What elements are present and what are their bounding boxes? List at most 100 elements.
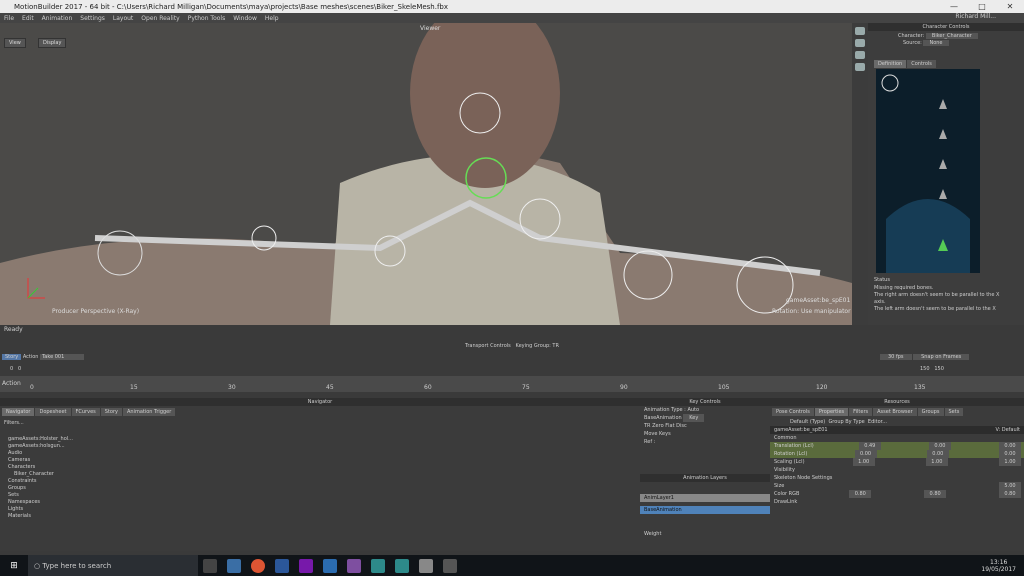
tree-item[interactable]: Sets (0, 492, 100, 499)
tree-item[interactable]: gameAssets:holsgun... (0, 443, 100, 450)
close-button[interactable]: ✕ (996, 0, 1024, 13)
snap-dropdown[interactable]: Snap on Frames (913, 354, 970, 360)
display-button[interactable]: Display (38, 38, 67, 48)
select-tool-icon[interactable] (855, 27, 865, 35)
tab-dopesheet[interactable]: Dopesheet (35, 408, 71, 416)
user-name[interactable]: Richard Mill... (955, 13, 996, 20)
tree-item[interactable]: Namespaces (0, 499, 100, 506)
tab-asset-browser[interactable]: Asset Browser (873, 408, 917, 416)
filters-dropdown[interactable]: Filters... (0, 418, 100, 428)
action-button[interactable]: Action (23, 354, 39, 360)
taskbar-search[interactable]: ○ Type here to search (28, 555, 198, 576)
viewer-panel[interactable]: View Display Viewer Producer Perspective… (0, 23, 852, 325)
task-view-icon[interactable] (203, 558, 217, 573)
tab-story[interactable]: Story (100, 408, 122, 416)
maximize-button[interactable]: □ (968, 0, 996, 13)
flat-button[interactable]: Flat (665, 422, 674, 430)
tab-fcurves[interactable]: FCurves (71, 408, 100, 416)
common-section[interactable]: Common (774, 434, 797, 442)
rotation-x[interactable]: 0.00 (854, 450, 877, 458)
scene-render[interactable] (0, 23, 852, 325)
menu-python-tools[interactable]: Python Tools (188, 15, 226, 22)
end-frame-field-2[interactable]: 150 (934, 366, 944, 372)
zero-button[interactable]: Zero (652, 422, 664, 430)
tab-definition[interactable]: Definition (874, 60, 907, 68)
menu-help[interactable]: Help (265, 15, 279, 22)
fps-dropdown[interactable]: 30 fps (880, 354, 912, 360)
translation-y[interactable]: 0.00 (928, 442, 951, 450)
tab-sets[interactable]: Sets (944, 408, 964, 416)
rotation-y[interactable]: 0.00 (926, 450, 949, 458)
tree-item[interactable]: Audio (0, 450, 100, 457)
app-icon[interactable] (347, 558, 361, 573)
menu-open-reality[interactable]: Open Reality (141, 15, 179, 22)
app-icon[interactable] (443, 558, 457, 573)
tree-item[interactable]: Groups (0, 485, 100, 492)
scale-tool-icon[interactable] (855, 63, 865, 71)
tab-pose-controls[interactable]: Pose Controls (772, 408, 814, 416)
color-g[interactable]: 0.80 (924, 490, 947, 498)
windows-start-icon[interactable]: ⊞ (0, 561, 28, 571)
tab-filters[interactable]: Filters (849, 408, 873, 416)
menu-layout[interactable]: Layout (113, 15, 133, 22)
menu-edit[interactable]: Edit (22, 15, 34, 22)
minimize-button[interactable]: — (940, 0, 968, 13)
menu-window[interactable]: Window (233, 15, 257, 22)
motionbuilder-icon[interactable] (395, 558, 409, 573)
tree-item[interactable]: Materials (0, 513, 100, 520)
tree-item[interactable]: gameAssets:Holster_hol... (0, 436, 100, 443)
tab-navigator[interactable]: Navigator (2, 408, 35, 416)
scaling-y[interactable]: 1.00 (925, 458, 948, 466)
view-default[interactable]: V: Default (995, 426, 1020, 434)
color-r[interactable]: 0.80 (849, 490, 872, 498)
word-icon[interactable] (275, 558, 289, 573)
chrome-icon[interactable] (251, 558, 265, 573)
translation-z[interactable]: 0.00 (999, 442, 1021, 450)
tree-item[interactable]: Characters (0, 464, 100, 471)
skeleton-settings-section[interactable]: Skeleton Node Settings (774, 474, 832, 482)
move-tool-icon[interactable] (855, 39, 865, 47)
color-b[interactable]: 0.80 (998, 490, 1021, 498)
explorer-icon[interactable] (227, 558, 241, 573)
take-dropdown[interactable]: Take 001 (40, 354, 85, 360)
start-frame-field[interactable]: 0 (10, 366, 13, 372)
tr-dropdown[interactable]: TR (644, 422, 651, 430)
timeline[interactable]: Action 0 15 30 45 60 75 90 105 120 135 (0, 376, 1024, 392)
tab-controls[interactable]: Controls (907, 60, 936, 68)
view-button[interactable]: View (4, 38, 26, 48)
character-dropdown[interactable]: Biker_Character (925, 33, 978, 39)
base-animation-dropdown[interactable]: BaseAnimation (644, 414, 682, 422)
tree-item[interactable]: Biker_Character (0, 471, 100, 478)
translation-x[interactable]: 0.49 (858, 442, 881, 450)
type-dropdown[interactable]: Auto (687, 406, 699, 414)
character-figure-view[interactable] (876, 69, 1002, 273)
rotation-z[interactable]: 0.00 (998, 450, 1021, 458)
layer-row-base[interactable]: BaseAnimation (640, 506, 770, 514)
editor-button[interactable]: Editor... (868, 418, 887, 426)
group-by-dropdown[interactable]: Group By Type (828, 418, 864, 426)
scaling-x[interactable]: 1.00 (852, 458, 875, 466)
size-field[interactable]: 5.00 (999, 482, 1021, 490)
menu-file[interactable]: File (4, 15, 14, 22)
app-icon[interactable] (323, 558, 337, 573)
move-keys-button[interactable]: Move Keys (644, 430, 671, 438)
app-icon[interactable] (419, 558, 433, 573)
tab-animation-trigger[interactable]: Animation Trigger (122, 408, 176, 416)
current-frame-field[interactable]: 0 (18, 366, 21, 372)
tree-item[interactable]: Constraints (0, 478, 100, 485)
menu-settings[interactable]: Settings (80, 15, 105, 22)
scaling-z[interactable]: 1.00 (999, 458, 1021, 466)
onenote-icon[interactable] (299, 558, 313, 573)
tab-properties[interactable]: Properties (814, 408, 849, 416)
layer-row-animlayer1[interactable]: AnimLayer1 (640, 494, 770, 502)
tab-groups[interactable]: Groups (917, 408, 944, 416)
motionbuilder-icon[interactable] (371, 558, 385, 573)
rotate-tool-icon[interactable] (855, 51, 865, 59)
story-button[interactable]: Story (2, 354, 22, 360)
key-button[interactable]: Key (683, 414, 705, 422)
tool-strip[interactable] (852, 23, 868, 325)
end-frame-field[interactable]: 150 (920, 366, 930, 372)
default-type-dropdown[interactable]: Default (Type) (790, 418, 825, 426)
source-dropdown[interactable]: None (923, 40, 949, 46)
disc-button[interactable]: Disc (676, 422, 687, 430)
